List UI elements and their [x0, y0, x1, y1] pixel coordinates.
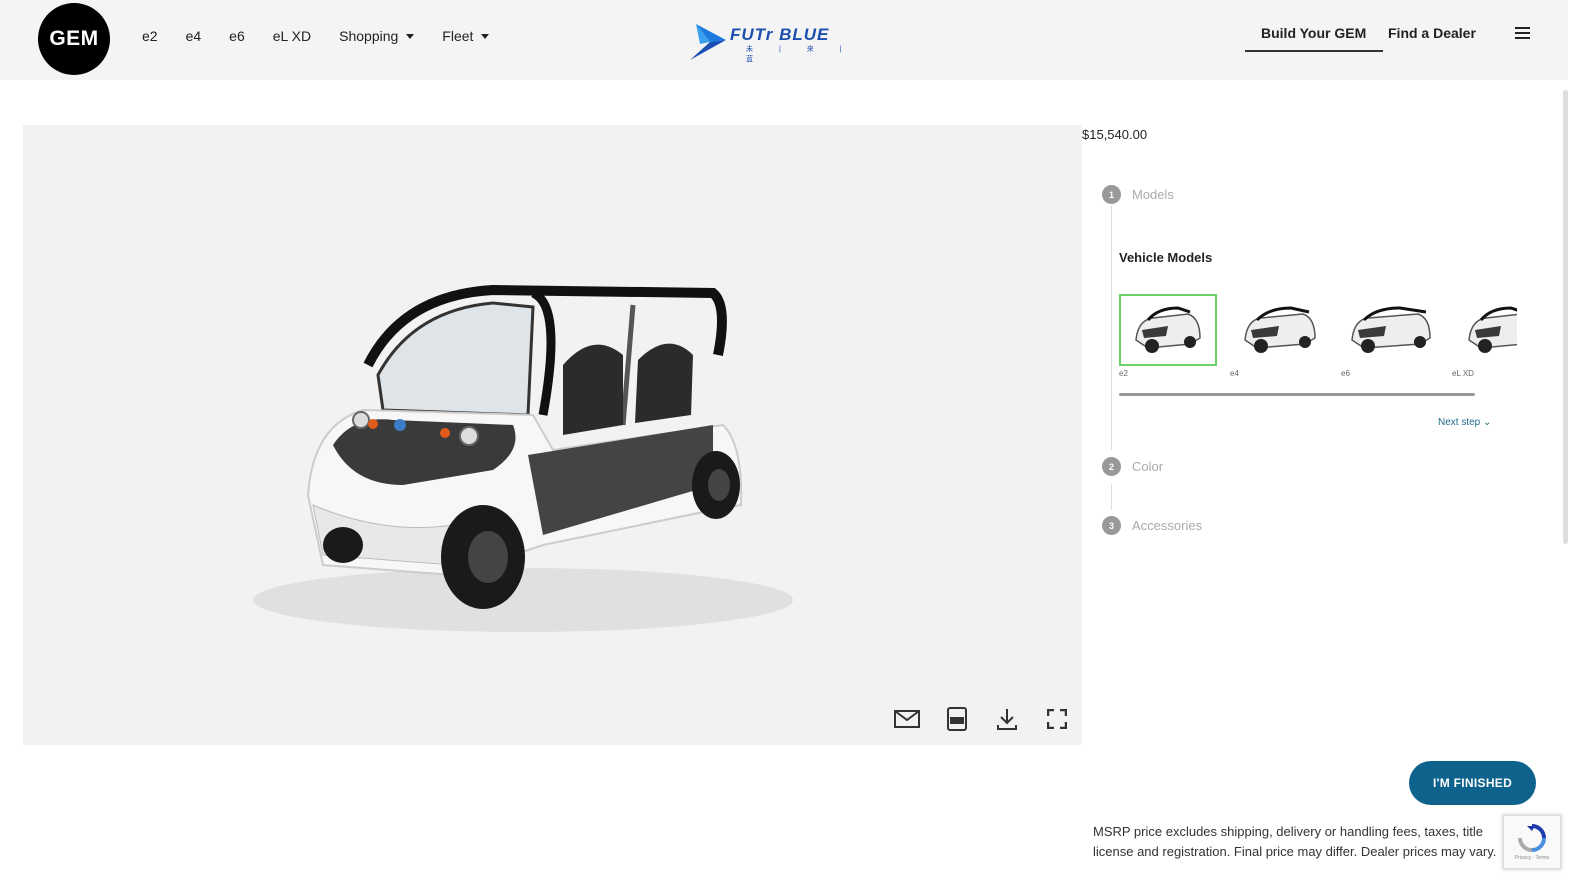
recaptcha-icon: [1518, 824, 1546, 852]
model-thumb-label: e4: [1230, 369, 1239, 378]
fullscreen-icon[interactable]: [1044, 706, 1070, 732]
vehicle-3d-viewer[interactable]: [23, 125, 1082, 745]
model-thumb-e4[interactable]: [1230, 294, 1328, 366]
vehicle-thumbnail-icon: [1351, 306, 1431, 353]
download-icon[interactable]: [994, 706, 1020, 732]
email-icon[interactable]: [894, 706, 920, 732]
viewer-toolbar: [894, 706, 1070, 732]
step-models[interactable]: 1 Models: [1102, 185, 1174, 204]
nav-item-e4[interactable]: e4: [186, 28, 202, 44]
step-connector: [1111, 484, 1112, 510]
vehicle-render: [253, 284, 793, 632]
brand-subtitle: 未 | 来 | 蓝: [746, 46, 854, 63]
brand-logo[interactable]: FUTr BLUE 未 | 来 | 蓝: [686, 22, 856, 64]
model-carousel: e2 e4 e6 eL XD: [1119, 294, 1517, 384]
model-thumb-e2[interactable]: [1119, 294, 1217, 366]
step-number: 2: [1102, 457, 1121, 476]
step-connector: [1111, 206, 1112, 450]
nav-item-elxd[interactable]: eL XD: [273, 28, 311, 44]
model-thumb-elxd[interactable]: [1452, 294, 1517, 366]
caret-down-icon: [481, 33, 490, 39]
active-underline: [1245, 50, 1383, 52]
caret-down-icon: [406, 33, 415, 39]
model-thumb-label: e6: [1341, 369, 1350, 378]
model-thumb-e6[interactable]: [1341, 294, 1439, 366]
nav-item-e6[interactable]: e6: [229, 28, 245, 44]
step-label: Color: [1132, 459, 1164, 474]
brand-arrow-icon: [690, 24, 726, 60]
pdf-icon[interactable]: [944, 706, 970, 732]
brand-name: FUTr BLUE: [730, 25, 830, 44]
im-finished-button[interactable]: I'M FINISHED: [1409, 761, 1536, 805]
page-scrollbar[interactable]: [1563, 90, 1568, 544]
step-number: 1: [1102, 185, 1121, 204]
step-label: Accessories: [1132, 518, 1203, 533]
logo-text: GEM: [49, 27, 99, 50]
vehicle-thumbnail-icon: [1135, 306, 1201, 353]
model-thumb-label: eL XD: [1452, 369, 1474, 378]
step-label: Models: [1132, 187, 1174, 202]
price-disclaimer: MSRP price excludes shipping, delivery o…: [1093, 824, 1497, 859]
step-number: 3: [1102, 516, 1121, 535]
vehicle-models-title: Vehicle Models: [1119, 250, 1213, 265]
gem-logo[interactable]: GEM: [38, 3, 110, 75]
find-a-dealer-link[interactable]: Find a Dealer: [1388, 25, 1476, 41]
step-color[interactable]: 2 Color: [1102, 457, 1163, 476]
carousel-scrollbar[interactable]: [1119, 393, 1475, 396]
nav-item-e2[interactable]: e2: [142, 28, 158, 44]
recaptcha-badge[interactable]: Privacy - Terms: [1503, 815, 1561, 869]
nav-item-fleet[interactable]: Fleet: [442, 28, 490, 44]
hamburger-menu-icon[interactable]: [1515, 27, 1530, 40]
recaptcha-footer[interactable]: Privacy - Terms: [1515, 855, 1549, 861]
vehicle-thumbnail-icon: [1468, 306, 1517, 353]
step-accessories[interactable]: 3 Accessories: [1102, 516, 1202, 535]
shopping-label: Shopping: [339, 28, 399, 44]
site-header: GEM e2 e4 e6 eL XD Shopping Fleet FUTr B…: [0, 0, 1568, 80]
nav-item-shopping[interactable]: Shopping: [339, 28, 415, 44]
main-nav: e2 e4 e6 eL XD Shopping Fleet: [142, 28, 517, 44]
model-thumb-label: e2: [1119, 369, 1128, 378]
vehicle-thumbnail-icon: [1244, 306, 1316, 353]
build-your-gem-link[interactable]: Build Your GEM: [1261, 25, 1366, 41]
vehicle-price: $15,540.00: [1082, 127, 1148, 142]
fleet-label: Fleet: [442, 28, 474, 44]
next-step-link[interactable]: Next step ⌄: [1438, 417, 1491, 428]
